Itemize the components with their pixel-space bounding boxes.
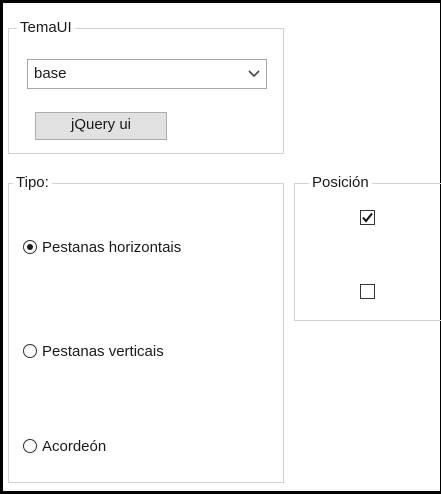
radio-button-checked[interactable] bbox=[23, 240, 37, 255]
radio-pestanas-verticais[interactable]: Pestanas verticais bbox=[23, 342, 164, 360]
radio-acordeon[interactable]: Acordeón bbox=[23, 437, 106, 455]
radio-label: Pestanas verticais bbox=[42, 342, 164, 360]
radio-label: Acordeón bbox=[42, 437, 107, 455]
tipo-group-legend: Tipo: bbox=[13, 173, 52, 193]
chevron-down-icon bbox=[248, 70, 260, 78]
checkmark-icon bbox=[362, 212, 373, 223]
radio-button[interactable] bbox=[23, 344, 37, 359]
theme-select-value: base bbox=[34, 65, 67, 82]
theme-select[interactable]: base bbox=[27, 59, 267, 89]
posicion-group-legend: Posición bbox=[309, 173, 372, 193]
posicion-checkbox-2[interactable] bbox=[360, 284, 375, 299]
posicion-checkbox-1[interactable] bbox=[360, 210, 375, 225]
theme-groupbox: TemaUI base jQuery ui bbox=[8, 18, 284, 154]
radio-label: Pestanas horizontais bbox=[42, 238, 182, 256]
radio-pestanas-horizontais[interactable]: Pestanas horizontais bbox=[23, 238, 181, 256]
jquery-ui-button[interactable]: jQuery ui bbox=[35, 112, 167, 140]
radio-button[interactable] bbox=[23, 439, 37, 454]
theme-group-legend: TemaUI bbox=[17, 18, 75, 38]
posicion-groupbox: Posición bbox=[294, 173, 441, 321]
